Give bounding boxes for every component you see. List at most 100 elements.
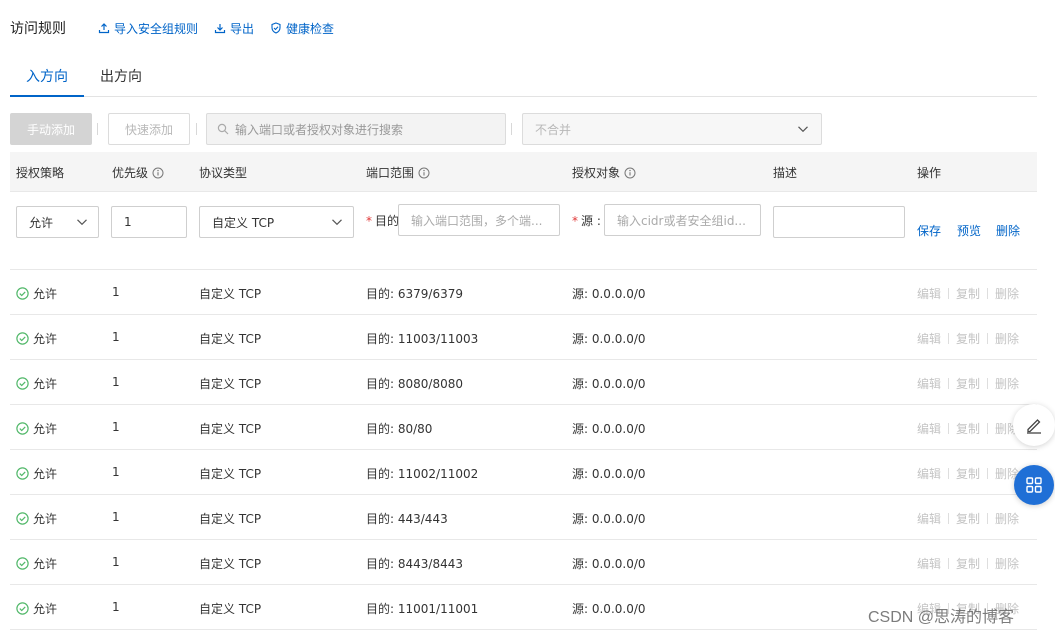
import-rules-link[interactable]: 导入安全组规则 (98, 20, 198, 37)
copy-link[interactable]: 复制 (956, 555, 980, 572)
save-button[interactable]: 保存 (917, 222, 941, 239)
auth-object-cell: 源: 0.0.0.0/0 (572, 287, 646, 301)
table-row: 允许 1 自定义 TCP 目的: 8443/8443 源: 0.0.0.0/0 编辑 复制删… (10, 540, 1037, 585)
export-label: 导出 (230, 21, 255, 36)
copy-link[interactable]: 复制 (956, 285, 980, 302)
edit-link[interactable]: 编辑 (917, 285, 941, 302)
divider (987, 333, 989, 344)
description-input[interactable] (773, 206, 905, 238)
protocol-cell: 自定义 TCP (199, 287, 262, 301)
check-circle-icon (16, 287, 29, 300)
auth-object-cell: 源: 0.0.0.0/0 (572, 602, 646, 616)
copy-link[interactable]: 复制 (956, 330, 980, 347)
auth-object-cell: 源: 0.0.0.0/0 (572, 467, 646, 481)
table-row: 允许 1 自定义 TCP 目的: 80/80 源: 0.0.0.0/0 编辑 复制 删除 (10, 405, 1037, 450)
pencil-icon (1027, 419, 1041, 434)
divider (987, 423, 989, 434)
port-range-cell: 目的: 443/443 (366, 512, 448, 526)
col-description: 描述 (773, 166, 798, 180)
priority-cell: 1 (112, 600, 120, 614)
priority-cell: 1 (112, 465, 120, 479)
info-icon[interactable] (152, 167, 164, 179)
delete-link[interactable]: 删除 (995, 375, 1019, 392)
protocol-select-value: 自定义 TCP (212, 215, 275, 230)
port-range-input[interactable]: 输入端口范围，多个端... (398, 204, 560, 236)
check-circle-icon (16, 422, 29, 435)
chevron-down-icon (77, 219, 87, 226)
row-actions: 编辑 复制 删除 (917, 285, 1019, 302)
edit-link[interactable]: 编辑 (917, 555, 941, 572)
watermark: CSDN @思涛的博客 (868, 609, 1015, 626)
col-port-range: 端口范围 (366, 164, 430, 181)
policy-select[interactable]: 允许 (16, 206, 99, 238)
divider (987, 378, 989, 389)
divider (987, 468, 989, 479)
table-row: 允许 1 自定义 TCP 目的: 8080/8080 源: 0.0.0.0/0 编辑 复制删… (10, 360, 1037, 405)
priority-cell: 1 (112, 285, 120, 299)
protocol-cell: 自定义 TCP (199, 557, 262, 571)
delete-link[interactable]: 删除 (995, 330, 1019, 347)
search-input[interactable]: 输入端口或者授权对象进行搜索 (206, 113, 506, 145)
protocol-cell: 自定义 TCP (199, 512, 262, 526)
protocol-select[interactable]: 自定义 TCP (199, 206, 354, 238)
policy-cell: 允许 (16, 465, 57, 482)
upload-icon (98, 23, 110, 34)
floating-edit-button[interactable] (1013, 404, 1055, 446)
divider (948, 558, 950, 569)
quick-add-button[interactable]: 快速添加 (108, 113, 190, 145)
policy-cell: 允许 (16, 285, 57, 302)
delete-link[interactable]: 删除 (995, 285, 1019, 302)
policy-cell: 允许 (16, 555, 57, 572)
merge-select-value: 不合并 (535, 122, 572, 137)
priority-cell: 1 (112, 510, 120, 524)
tab-outbound[interactable]: 出方向 (100, 66, 142, 86)
info-icon[interactable] (418, 167, 430, 179)
check-circle-icon (16, 377, 29, 390)
port-range-cell: 目的: 11003/11003 (366, 332, 479, 346)
preview-button[interactable]: 预览 (957, 222, 981, 239)
delete-button[interactable]: 删除 (996, 222, 1020, 239)
health-check-link[interactable]: 健康检查 (270, 20, 334, 37)
auth-object-cell: 源: 0.0.0.0/0 (572, 512, 646, 526)
copy-link[interactable]: 复制 (956, 510, 980, 527)
copy-link[interactable]: 复制 (956, 465, 980, 482)
page-header: 访问规则 导入安全组规则 导出 健康检查 (10, 18, 334, 38)
copy-link[interactable]: 复制 (956, 375, 980, 392)
export-link[interactable]: 导出 (214, 20, 254, 37)
tab-inbound[interactable]: 入方向 (26, 66, 68, 86)
check-circle-icon (16, 467, 29, 480)
edit-link[interactable]: 编辑 (917, 375, 941, 392)
divider (948, 468, 950, 479)
edit-link[interactable]: 编辑 (917, 465, 941, 482)
cidr-input[interactable]: 输入cidr或者安全组id... (604, 204, 761, 236)
divider (948, 423, 950, 434)
info-icon[interactable] (624, 167, 636, 179)
delete-link[interactable]: 删除 (995, 510, 1019, 527)
divider (948, 333, 950, 344)
grid-icon (1026, 477, 1042, 493)
merge-select[interactable]: 不合并 (522, 113, 822, 145)
port-range-cell: 目的: 8443/8443 (366, 557, 463, 571)
row-actions: 编辑 复制 删除 (917, 510, 1019, 527)
policy-cell: 允许 (16, 510, 57, 527)
protocol-cell: 自定义 TCP (199, 332, 262, 346)
priority-input[interactable]: 1 (111, 206, 187, 238)
src-label: * 源 : (572, 214, 601, 228)
protocol-cell: 自定义 TCP (199, 422, 262, 436)
check-circle-icon (16, 602, 29, 615)
edit-link[interactable]: 编辑 (917, 330, 941, 347)
row-actions: 编辑 复制 删除 (917, 420, 1019, 437)
policy-select-value: 允许 (29, 215, 54, 230)
policy-cell: 允许 (16, 375, 57, 392)
floating-apps-button[interactable] (1014, 465, 1054, 505)
copy-link[interactable]: 复制 (956, 420, 980, 437)
port-range-cell: 目的: 11001/11001 (366, 602, 479, 616)
edit-link[interactable]: 编辑 (917, 420, 941, 437)
shield-check-icon (271, 22, 281, 34)
search-icon (217, 123, 229, 135)
page-title: 访问规则 (10, 21, 66, 37)
delete-link[interactable]: 删除 (995, 555, 1019, 572)
table-row: 允许 1 自定义 TCP 目的: 443/443 源: 0.0.0.0/0 编辑 复制 删除 (10, 495, 1037, 540)
edit-link[interactable]: 编辑 (917, 510, 941, 527)
manual-add-button[interactable]: 手动添加 (10, 113, 92, 145)
